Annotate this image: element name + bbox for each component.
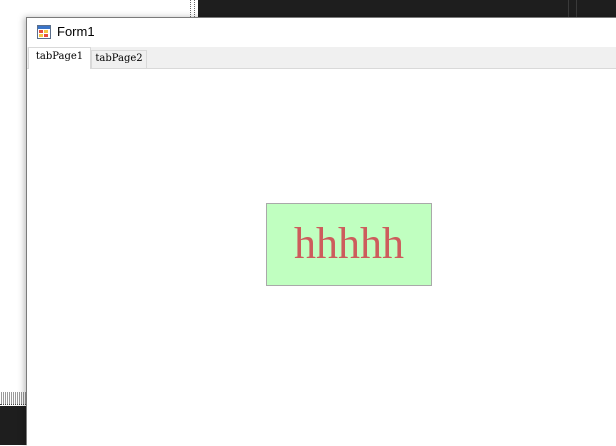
tab-strip: tabPage1 tabPage2 xyxy=(27,47,616,69)
dotted-divider xyxy=(190,0,191,17)
form-window: Form1 tabPage1 tabPage2 hhhhh xyxy=(26,17,616,446)
background-dark-panel xyxy=(198,0,616,17)
windows-form-icon xyxy=(37,25,51,39)
tab-tabpage1[interactable]: tabPage1 xyxy=(28,47,91,69)
title-bar[interactable]: Form1 xyxy=(27,18,616,47)
hhhhh-label: hhhhh xyxy=(266,203,432,286)
tab-tabpage2[interactable]: tabPage2 xyxy=(91,50,147,68)
panel-separator xyxy=(568,0,569,17)
window-title: Form1 xyxy=(57,24,95,39)
background-bottom-panel xyxy=(0,392,26,445)
tab-page-content: hhhhh xyxy=(27,69,616,446)
dotted-border xyxy=(0,392,26,405)
dotted-divider xyxy=(194,0,195,17)
panel-separator xyxy=(576,0,577,17)
background-dark-strip xyxy=(0,406,26,445)
